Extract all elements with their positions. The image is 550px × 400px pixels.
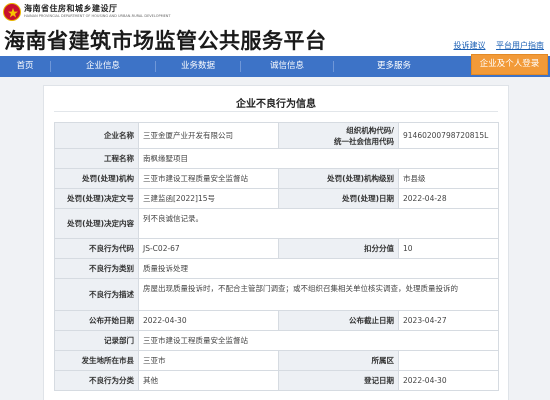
record-dept-label: 记录部门 bbox=[54, 330, 139, 351]
behavior-type-value: 质量投诉处理 bbox=[138, 258, 499, 279]
table-row: 记录部门 三亚市建设工程质量安全监督站 bbox=[54, 330, 499, 351]
category-label: 不良行为分类 bbox=[54, 370, 139, 391]
org-code-label-line2: 统一社会信用代码 bbox=[334, 136, 394, 146]
decision-content-label: 处罚(处理)决定内容 bbox=[54, 208, 139, 239]
table-row: 不良行为分类 其他 登记日期 2022-04-30 bbox=[54, 370, 499, 391]
decision-no-value: 三建监函[2022]15号 bbox=[138, 188, 279, 209]
content-area: 企业不良行为信息 企业名称 三亚金厦产业开发有限公司 组织机构代码/ 统一社会信… bbox=[0, 77, 550, 400]
department-emblem-icon bbox=[3, 3, 21, 21]
record-table: 企业名称 三亚金厦产业开发有限公司 组织机构代码/ 统一社会信用代码 91460… bbox=[54, 122, 499, 391]
nav-more-services[interactable]: 更多服务 bbox=[334, 56, 454, 77]
org-code-value: 91460200798720815L bbox=[398, 122, 499, 149]
publish-start-label: 公布开始日期 bbox=[54, 310, 139, 331]
table-row: 处罚(处理)决定内容 列不良诚信记录。 bbox=[54, 208, 499, 239]
complaint-link[interactable]: 投诉建议 bbox=[453, 41, 485, 50]
table-row: 公布开始日期 2022-04-30 公布截止日期 2023-04-27 bbox=[54, 310, 499, 331]
table-row: 处罚(处理)决定文号 三建监函[2022]15号 处罚(处理)日期 2022-0… bbox=[54, 188, 499, 209]
table-row: 处罚(处理)机构 三亚市建设工程质量安全监督站 处罚(处理)机构级别 市县级 bbox=[54, 168, 499, 189]
table-row: 不良行为类别 质量投诉处理 bbox=[54, 258, 499, 279]
behavior-desc-label: 不良行为描述 bbox=[54, 278, 139, 311]
publish-end-label: 公布截止日期 bbox=[278, 310, 399, 331]
table-row: 企业名称 三亚金厦产业开发有限公司 组织机构代码/ 统一社会信用代码 91460… bbox=[54, 122, 499, 149]
project-name-value: 南枫缘墅项目 bbox=[138, 148, 499, 169]
table-row: 发生地所在市县 三亚市 所属区 bbox=[54, 350, 499, 371]
top-strip: 海南省住房和城乡建设厅 HAINAN PROVINCIAL DEPARTMENT… bbox=[0, 0, 550, 24]
deduct-value: 10 bbox=[398, 238, 499, 259]
register-date-value: 2022-04-30 bbox=[398, 370, 499, 391]
penalty-date-value: 2022-04-28 bbox=[398, 188, 499, 209]
top-links: 投诉建议 平台用户指南 bbox=[445, 40, 544, 51]
login-button[interactable]: 企业及个人登录 bbox=[471, 54, 548, 75]
department-name-en: HAINAN PROVINCIAL DEPARTMENT OF HOUSING … bbox=[24, 14, 171, 18]
behavior-code-label: 不良行为代码 bbox=[54, 238, 139, 259]
decision-no-label: 处罚(处理)决定文号 bbox=[54, 188, 139, 209]
region-value: 三亚市 bbox=[138, 350, 279, 371]
org-code-label: 组织机构代码/ 统一社会信用代码 bbox=[278, 122, 399, 149]
org-code-label-line1: 组织机构代码/ bbox=[346, 125, 394, 135]
region-label: 发生地所在市县 bbox=[54, 350, 139, 371]
category-value: 其他 bbox=[138, 370, 279, 391]
decision-content-value: 列不良诚信记录。 bbox=[138, 208, 499, 239]
deduct-label: 扣分分值 bbox=[278, 238, 399, 259]
penalty-date-label: 处罚(处理)日期 bbox=[278, 188, 399, 209]
record-dept-value: 三亚市建设工程质量安全监督站 bbox=[138, 330, 499, 351]
publish-start-value: 2022-04-30 bbox=[138, 310, 279, 331]
penalty-org-value: 三亚市建设工程质量安全监督站 bbox=[138, 168, 279, 189]
penalty-level-label: 处罚(处理)机构级别 bbox=[278, 168, 399, 189]
area-value bbox=[398, 350, 499, 371]
penalty-org-label: 处罚(处理)机构 bbox=[54, 168, 139, 189]
register-date-label: 登记日期 bbox=[278, 370, 399, 391]
record-panel: 企业不良行为信息 企业名称 三亚金厦产业开发有限公司 组织机构代码/ 统一社会信… bbox=[43, 85, 509, 400]
table-row: 工程名称 南枫缘墅项目 bbox=[54, 148, 499, 169]
behavior-desc-value: 房屋出现质量投诉时，不配合主管部门调查；或不组织召集相关单位核实调查，处理质量投… bbox=[138, 278, 499, 311]
title-divider bbox=[54, 111, 498, 112]
behavior-code-value: JS-C02-67 bbox=[138, 238, 279, 259]
company-name-value: 三亚金厦产业开发有限公司 bbox=[138, 122, 279, 149]
nav-business-data[interactable]: 业务数据 bbox=[156, 56, 240, 77]
project-name-label: 工程名称 bbox=[54, 148, 139, 169]
nav-credit-info[interactable]: 诚信信息 bbox=[241, 56, 333, 77]
main-nav: 首页 企业信息 业务数据 诚信信息 更多服务 bbox=[0, 56, 550, 77]
site-banner: 海南省建筑市场监管公共服务平台 投诉建议 平台用户指南 bbox=[0, 24, 550, 56]
panel-title: 企业不良行为信息 bbox=[236, 99, 316, 110]
nav-home[interactable]: 首页 bbox=[0, 56, 50, 77]
table-row: 不良行为描述 房屋出现质量投诉时，不配合主管部门调查；或不组织召集相关单位核实调… bbox=[54, 278, 499, 311]
user-guide-link[interactable]: 平台用户指南 bbox=[496, 41, 544, 50]
penalty-level-value: 市县级 bbox=[398, 168, 499, 189]
department-name: 海南省住房和城乡建设厅 bbox=[24, 4, 118, 13]
table-row: 不良行为代码 JS-C02-67 扣分分值 10 bbox=[54, 238, 499, 259]
publish-end-value: 2023-04-27 bbox=[398, 310, 499, 331]
behavior-type-label: 不良行为类别 bbox=[54, 258, 139, 279]
company-name-label: 企业名称 bbox=[54, 122, 139, 149]
area-label: 所属区 bbox=[278, 350, 399, 371]
nav-company-info[interactable]: 企业信息 bbox=[51, 56, 155, 77]
site-title: 海南省建筑市场监管公共服务平台 bbox=[4, 29, 327, 53]
